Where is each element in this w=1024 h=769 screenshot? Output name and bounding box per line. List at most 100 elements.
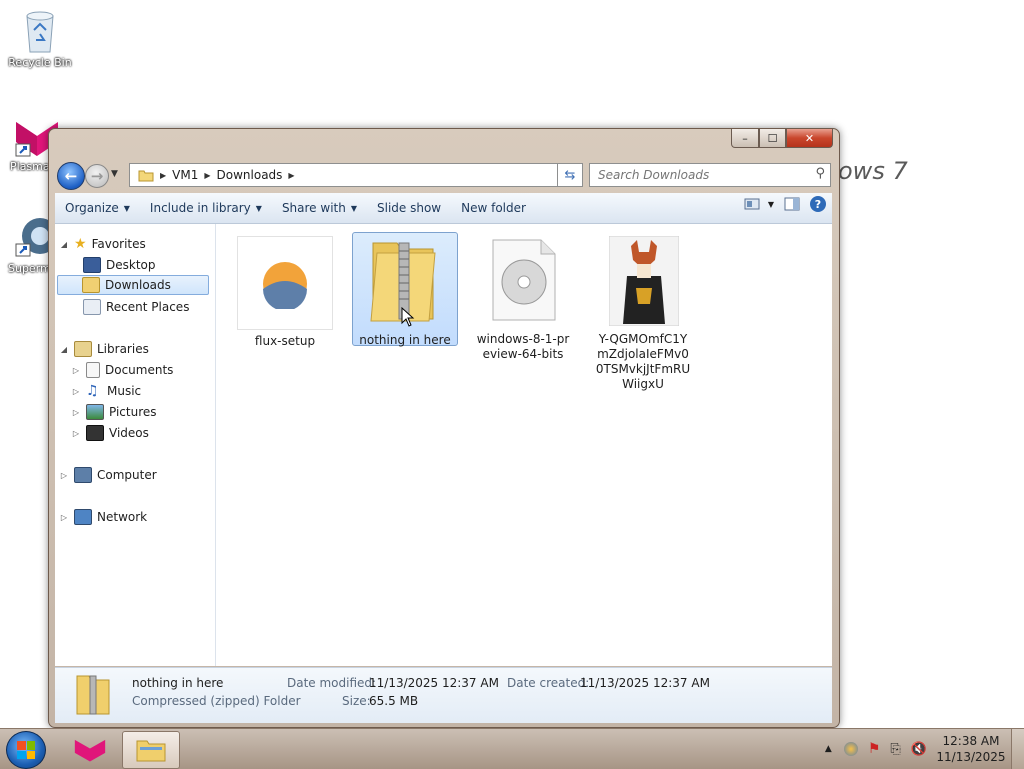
nav-label: Libraries: [97, 342, 149, 356]
address-bar[interactable]: ▶ VM1 ▶ Downloads ▶ ▼: [129, 163, 581, 187]
size-label: Size:: [342, 694, 371, 708]
file-item-flux-setup[interactable]: flux-setup: [233, 232, 337, 349]
change-view-button[interactable]: ▼: [744, 198, 774, 210]
taskbar: ▲ ⚑ ⎘ 🔇 12:38 AM 11/13/2025: [0, 728, 1024, 769]
taskbar-explorer[interactable]: [122, 731, 180, 769]
back-arrow-icon: ←: [64, 167, 78, 185]
clock-time: 12:38 AM: [942, 734, 1000, 748]
search-input[interactable]: [596, 164, 800, 186]
recycle-bin-icon: [26, 11, 54, 53]
breadcrumb-separator-icon[interactable]: ▶: [288, 171, 294, 180]
nav-downloads[interactable]: Downloads: [57, 275, 209, 295]
nav-label: Network: [97, 510, 148, 524]
include-in-library-button[interactable]: Include in library ▼: [140, 196, 272, 220]
nav-favorites[interactable]: ◢ ★ Favorites: [59, 234, 146, 254]
expand-arrow-icon[interactable]: ◢: [59, 240, 69, 249]
search-icon[interactable]: ⚲: [815, 166, 825, 181]
wallpaper-text: ows 7: [838, 157, 908, 185]
action-center-flag-icon[interactable]: ⚑: [868, 741, 881, 757]
computer-icon: [74, 467, 92, 483]
disc-image-icon: [475, 236, 571, 328]
desktop-icon: [83, 257, 101, 273]
nav-label: Desktop: [106, 258, 156, 272]
file-item-windows-8-1-preview[interactable]: windows-8-1-preview-64-bits: [471, 232, 575, 362]
libraries-icon: [74, 341, 92, 357]
file-name: flux-setup: [254, 334, 316, 348]
file-list: flux-setup nothing in here windows-8-1-p…: [217, 224, 832, 666]
nav-label: Recent Places: [106, 300, 190, 314]
preview-pane-icon[interactable]: [784, 197, 800, 211]
nav-desktop[interactable]: Desktop: [83, 255, 156, 275]
chevron-down-icon: ▼: [255, 203, 262, 213]
expand-arrow-icon[interactable]: ▷: [71, 429, 81, 438]
organize-label: Organize: [65, 201, 119, 215]
nav-label: Pictures: [109, 405, 157, 419]
nav-network[interactable]: ▷ Network: [59, 507, 147, 527]
recycle-bin-desktop-icon[interactable]: Recycle Bin: [0, 8, 80, 69]
expand-arrow-icon[interactable]: ▷: [71, 387, 81, 396]
slide-show-button[interactable]: Slide show: [367, 196, 451, 220]
file-item-image[interactable]: Y-QGMOmfC1YmZdjolaIeFMv00TSMvkjJtFmRUWii…: [591, 232, 695, 392]
new-folder-button[interactable]: New folder: [451, 196, 536, 220]
zip-folder-icon: [357, 237, 453, 329]
organize-button[interactable]: Organize ▼: [55, 196, 140, 220]
start-button[interactable]: [6, 731, 46, 769]
volume-muted-icon[interactable]: 🔇: [911, 742, 927, 757]
nav-label: Videos: [109, 426, 149, 440]
network-status-icon[interactable]: [843, 742, 858, 756]
breadcrumb-separator-icon[interactable]: ▶: [204, 171, 210, 180]
breadcrumb-downloads[interactable]: Downloads: [217, 168, 283, 182]
forward-button[interactable]: →: [85, 164, 109, 188]
file-name: Y-QGMOmfC1YmZdjolaIeFMv00TSMvkjJtFmRUWii…: [595, 332, 691, 391]
nav-music[interactable]: ▷ ♫ Music: [71, 381, 141, 401]
share-with-button[interactable]: Share with ▼: [272, 196, 367, 220]
show-desktop-button[interactable]: [1011, 729, 1024, 769]
close-button[interactable]: ✕: [786, 129, 833, 148]
share-with-label: Share with: [281, 201, 346, 215]
details-pane: nothing in here Compressed (zipped) Fold…: [55, 667, 832, 723]
help-icon[interactable]: ?: [810, 196, 826, 212]
expand-arrow-icon[interactable]: ▷: [59, 471, 69, 480]
search-box[interactable]: ⚲: [589, 163, 831, 187]
view-icon: [744, 198, 760, 210]
new-folder-label: New folder: [461, 201, 526, 215]
refresh-button[interactable]: ⇆: [557, 163, 583, 187]
nav-recent-places[interactable]: Recent Places: [83, 297, 189, 317]
clock-date: 11/13/2025: [936, 750, 1006, 764]
breadcrumb-vm1[interactable]: VM1: [172, 168, 198, 182]
nav-label: Favorites: [91, 237, 146, 251]
windows-logo-icon: [17, 741, 35, 759]
chevron-down-icon: ▼: [123, 203, 130, 213]
zip-folder-icon: [76, 675, 110, 715]
navigation-pane: ◢ ★ Favorites Desktop Downloads Recent P…: [55, 224, 216, 666]
videos-icon: [86, 425, 104, 441]
expand-arrow-icon[interactable]: ▷: [71, 408, 81, 417]
explorer-window[interactable]: – ☐ ✕ ← → ▼ ▶ VM1 ▶ Downloads ▶ ▼ ⇆: [48, 128, 840, 728]
nav-libraries[interactable]: ◢ Libraries: [59, 339, 149, 359]
folder-icon: [138, 170, 154, 182]
forward-arrow-icon: →: [90, 167, 104, 185]
file-name: windows-8-1-preview-64-bits: [476, 332, 570, 361]
file-item-nothing-in-here[interactable]: nothing in here: [352, 232, 458, 347]
pictures-icon: [86, 404, 104, 420]
expand-arrow-icon[interactable]: ◢: [59, 345, 69, 354]
expand-arrow-icon[interactable]: ▷: [59, 513, 69, 522]
maximize-button[interactable]: ☐: [759, 129, 786, 148]
show-hidden-icons-button[interactable]: ▲: [825, 744, 832, 754]
nav-label: Computer: [97, 468, 157, 482]
mouse-cursor-icon: [401, 307, 415, 327]
nav-documents[interactable]: ▷ Documents: [71, 360, 173, 380]
breadcrumb-separator-icon[interactable]: ▶: [160, 171, 166, 180]
network-icon[interactable]: ⎘: [890, 742, 900, 757]
recent-pages-dropdown-icon[interactable]: ▼: [111, 169, 118, 179]
expand-arrow-icon[interactable]: ▷: [71, 366, 81, 375]
nav-videos[interactable]: ▷ Videos: [71, 423, 149, 443]
taskbar-plasma[interactable]: [62, 731, 118, 767]
minimize-button[interactable]: –: [731, 129, 759, 148]
clock[interactable]: 12:38 AM 11/13/2025: [931, 733, 1011, 765]
command-bar: Organize ▼ Include in library ▼ Share with…: [55, 193, 832, 224]
nav-pictures[interactable]: ▷ Pictures: [71, 402, 157, 422]
back-button[interactable]: ←: [57, 162, 85, 190]
nav-label: Music: [107, 384, 142, 398]
nav-computer[interactable]: ▷ Computer: [59, 465, 157, 485]
